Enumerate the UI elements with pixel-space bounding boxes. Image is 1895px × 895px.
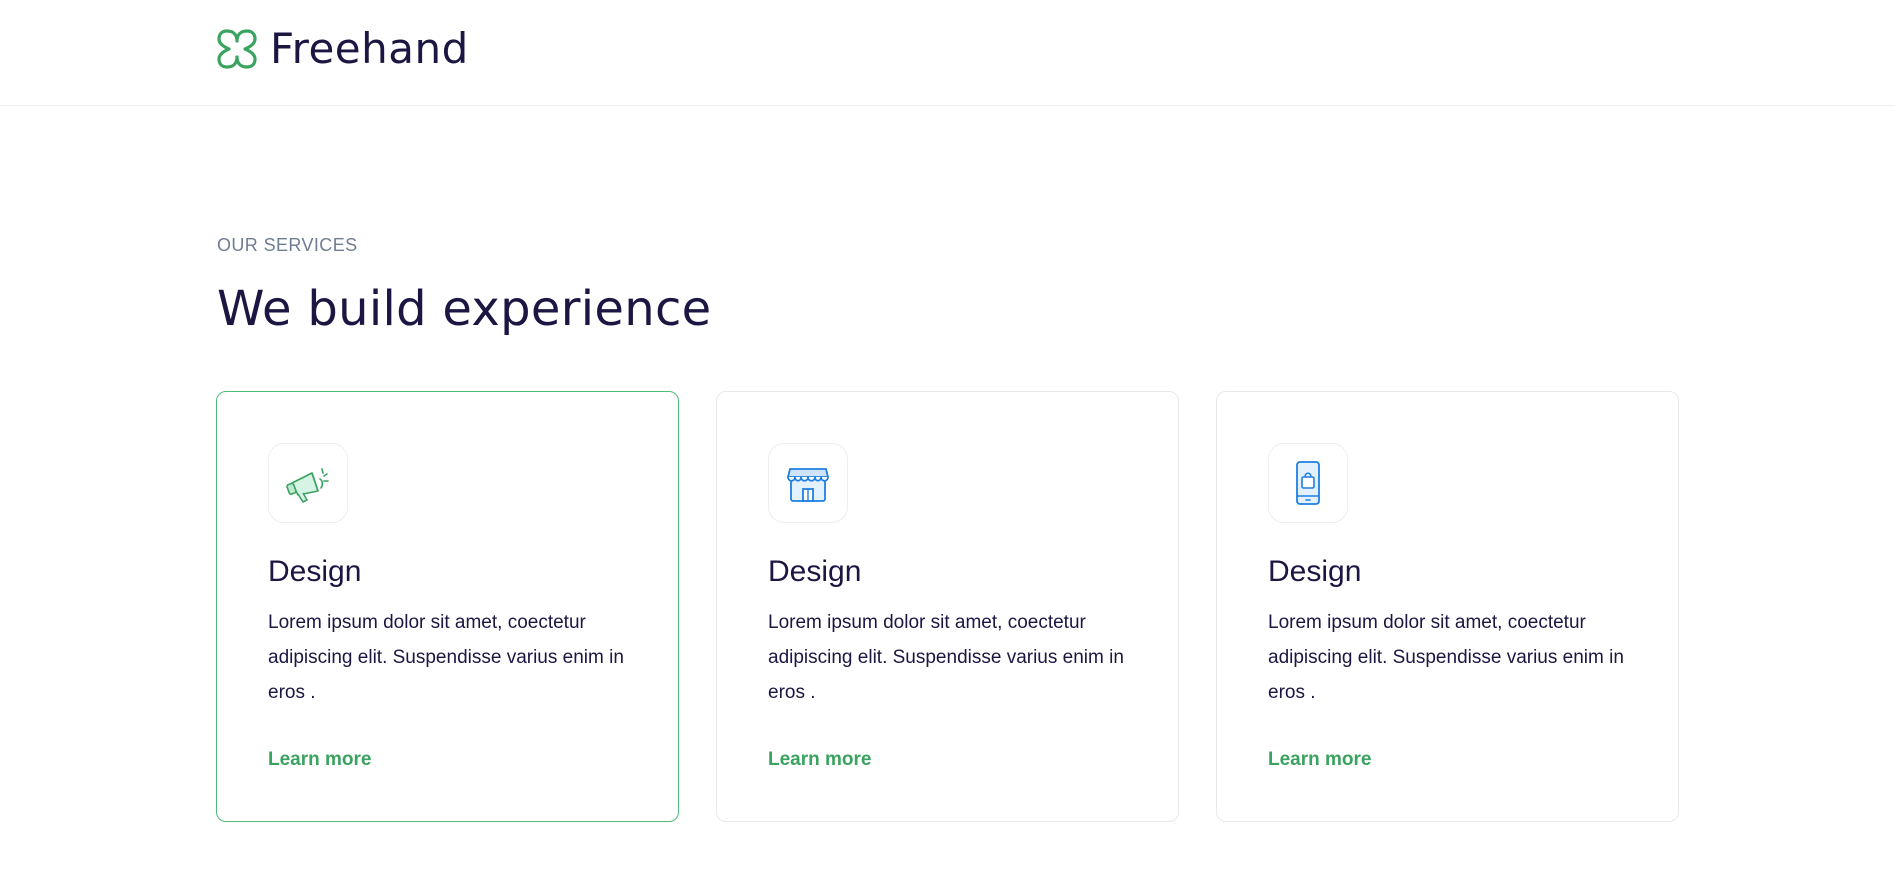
clover-logo-icon [217, 29, 257, 69]
site-header: Freehand [0, 0, 1895, 106]
section-title: We build experience [217, 281, 712, 337]
card-title: Design [268, 555, 362, 588]
brand-logo-link[interactable]: Freehand [216, 26, 469, 72]
learn-more-link[interactable]: Learn more [1268, 747, 1371, 773]
card-title: Design [1268, 555, 1362, 588]
service-cards: Design Lorem ipsum dolor sit amet, coect… [216, 391, 1679, 822]
card-title: Design [768, 555, 862, 588]
services-section: OUR SERVICES We build experience [217, 232, 1680, 338]
megaphone-icon [268, 443, 348, 523]
service-card[interactable]: Design Lorem ipsum dolor sit amet, coect… [216, 391, 679, 822]
service-card[interactable]: Design Lorem ipsum dolor sit amet, coect… [1216, 391, 1679, 822]
card-description: Lorem ipsum dolor sit amet, coectetur ad… [768, 612, 1124, 703]
card-description: Lorem ipsum dolor sit amet, coectetur ad… [268, 612, 624, 703]
storefront-icon [768, 443, 848, 523]
mobile-shopping-icon [1268, 443, 1348, 523]
service-card[interactable]: Design Lorem ipsum dolor sit amet, coect… [716, 391, 1179, 822]
learn-more-link[interactable]: Learn more [268, 747, 371, 773]
card-description: Lorem ipsum dolor sit amet, coectetur ad… [1268, 612, 1624, 703]
learn-more-link[interactable]: Learn more [768, 747, 871, 773]
section-eyebrow: OUR SERVICES [217, 235, 358, 255]
brand-name: Freehand [270, 24, 469, 73]
